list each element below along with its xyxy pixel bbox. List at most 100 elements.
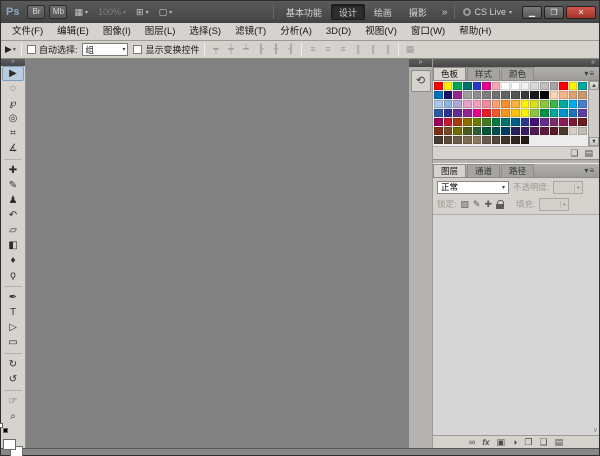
swatch[interactable]	[578, 127, 587, 135]
swatch[interactable]	[501, 82, 510, 90]
tool-preset-picker[interactable]: ▶	[5, 44, 16, 55]
swatch[interactable]	[434, 82, 443, 90]
swatch[interactable]	[473, 82, 482, 90]
zoom-level-dropdown[interactable]: 100%	[95, 5, 129, 20]
swatch[interactable]	[550, 82, 559, 90]
swatch[interactable]	[521, 91, 530, 99]
swatch[interactable]	[453, 91, 462, 99]
distribute-bottom-edges-icon[interactable]: ≡	[337, 44, 348, 55]
tool-hand[interactable]: ☞	[1, 394, 25, 409]
swatch[interactable]	[540, 100, 549, 108]
auto-select-checkbox[interactable]	[27, 45, 36, 54]
canvas-area[interactable]	[26, 59, 409, 448]
swatch[interactable]	[482, 82, 491, 90]
swatch[interactable]	[521, 136, 530, 144]
swatch[interactable]	[444, 118, 453, 126]
swatch[interactable]	[501, 136, 510, 144]
swatch[interactable]	[530, 91, 539, 99]
swatch[interactable]	[569, 91, 578, 99]
swatch[interactable]	[473, 109, 482, 117]
launch-mini-bridge-button[interactable]: Mb	[49, 5, 67, 19]
swatch[interactable]	[569, 109, 578, 117]
workspace-photography[interactable]: 摄影	[401, 4, 435, 20]
swatch[interactable]	[501, 109, 510, 117]
close-button[interactable]: ✕	[566, 6, 596, 19]
swatch[interactable]	[492, 82, 501, 90]
minimize-button[interactable]: ▁	[522, 6, 542, 19]
tool-brush[interactable]: ✎	[1, 178, 25, 193]
menu-filter[interactable]: 滤镜(T)	[228, 23, 273, 40]
tool-eyedropper[interactable]: ∡	[1, 141, 25, 156]
distribute-horizontal-centers-icon[interactable]: ∥	[367, 44, 378, 55]
swatch[interactable]	[569, 127, 578, 135]
swatch[interactable]	[578, 100, 587, 108]
tool-dodge[interactable]: ϙ	[1, 268, 25, 283]
tab-paths[interactable]: 路径	[501, 164, 534, 177]
workspace-design[interactable]: 设计	[331, 4, 365, 20]
panel-menu-icon[interactable]	[580, 69, 599, 78]
new-group-icon[interactable]: ❒	[524, 437, 532, 448]
delete-layer-icon[interactable]: ▤	[555, 437, 564, 448]
tool-pen[interactable]: ✒	[1, 290, 25, 305]
swatch[interactable]	[444, 136, 453, 144]
tab-color[interactable]: 颜色	[501, 67, 534, 80]
swatch[interactable]	[482, 109, 491, 117]
workspace-painting[interactable]: 绘画	[366, 4, 400, 20]
align-left-edges-icon[interactable]: ┠	[255, 44, 266, 55]
lock-transparent-pixels-icon[interactable]: ▨	[460, 199, 469, 210]
tool-marquee[interactable]: ◌	[1, 81, 25, 96]
swatch[interactable]	[511, 136, 520, 144]
swatch[interactable]	[492, 118, 501, 126]
swatch[interactable]	[530, 127, 539, 135]
swatch[interactable]	[473, 136, 482, 144]
swatch[interactable]	[453, 127, 462, 135]
swatch[interactable]	[530, 109, 539, 117]
align-bottom-edges-icon[interactable]: ┷	[240, 44, 251, 55]
history-panel-icon[interactable]: ⟲	[411, 70, 431, 92]
distribute-right-edges-icon[interactable]: ∥	[382, 44, 393, 55]
menu-image[interactable]: 图像(I)	[96, 23, 138, 40]
layers-list[interactable]: ∨	[433, 215, 599, 435]
menu-analysis[interactable]: 分析(A)	[273, 23, 319, 40]
swatch[interactable]	[540, 91, 549, 99]
blend-mode-dropdown[interactable]: 正常	[437, 181, 509, 194]
swatch[interactable]	[578, 91, 587, 99]
delete-swatch-icon[interactable]: ▤	[584, 148, 593, 158]
tool-type[interactable]: T	[1, 305, 25, 320]
screen-mode-button[interactable]: ▢	[156, 5, 176, 20]
lock-all-icon[interactable]	[496, 200, 504, 209]
tab-channels[interactable]: 通道	[467, 164, 500, 177]
swatch[interactable]	[550, 118, 559, 126]
swatch[interactable]	[530, 118, 539, 126]
cs-live-button[interactable]: CS Live	[459, 7, 516, 17]
swatch[interactable]	[521, 127, 530, 135]
swatch[interactable]	[434, 91, 443, 99]
tab-swatches[interactable]: 色板	[433, 67, 466, 80]
swatch[interactable]	[559, 118, 568, 126]
tool-lasso[interactable]: ℘	[1, 96, 25, 111]
swatch[interactable]	[501, 100, 510, 108]
swatch[interactable]	[540, 82, 549, 90]
auto-select-target-dropdown[interactable]: 组	[82, 43, 128, 56]
restore-button[interactable]: ❐	[544, 6, 564, 19]
swatch[interactable]	[569, 100, 578, 108]
more-workspaces-button[interactable]: »	[439, 7, 451, 18]
swatch[interactable]	[453, 109, 462, 117]
strip-expand-button[interactable]	[409, 59, 432, 67]
lock-image-pixels-icon[interactable]: ✎	[473, 199, 481, 210]
arrange-documents-button[interactable]: ⊞	[133, 5, 152, 20]
swatch[interactable]	[434, 118, 443, 126]
swatch[interactable]	[521, 100, 530, 108]
tool-blur[interactable]: ♦	[1, 253, 25, 268]
menu-file[interactable]: 文件(F)	[5, 23, 50, 40]
tool-quick-selection[interactable]: ◎	[1, 111, 25, 126]
new-swatch-icon[interactable]: ❏	[570, 148, 578, 158]
swatch[interactable]	[434, 127, 443, 135]
swatch[interactable]	[463, 127, 472, 135]
menu-edit[interactable]: 编辑(E)	[50, 23, 96, 40]
swatch[interactable]	[463, 136, 472, 144]
tool-clone-stamp[interactable]: ♟	[1, 193, 25, 208]
tool-path-selection[interactable]: ▷	[1, 320, 25, 335]
tools-panel-collapse-button[interactable]: »	[1, 59, 25, 66]
swatch[interactable]	[482, 91, 491, 99]
